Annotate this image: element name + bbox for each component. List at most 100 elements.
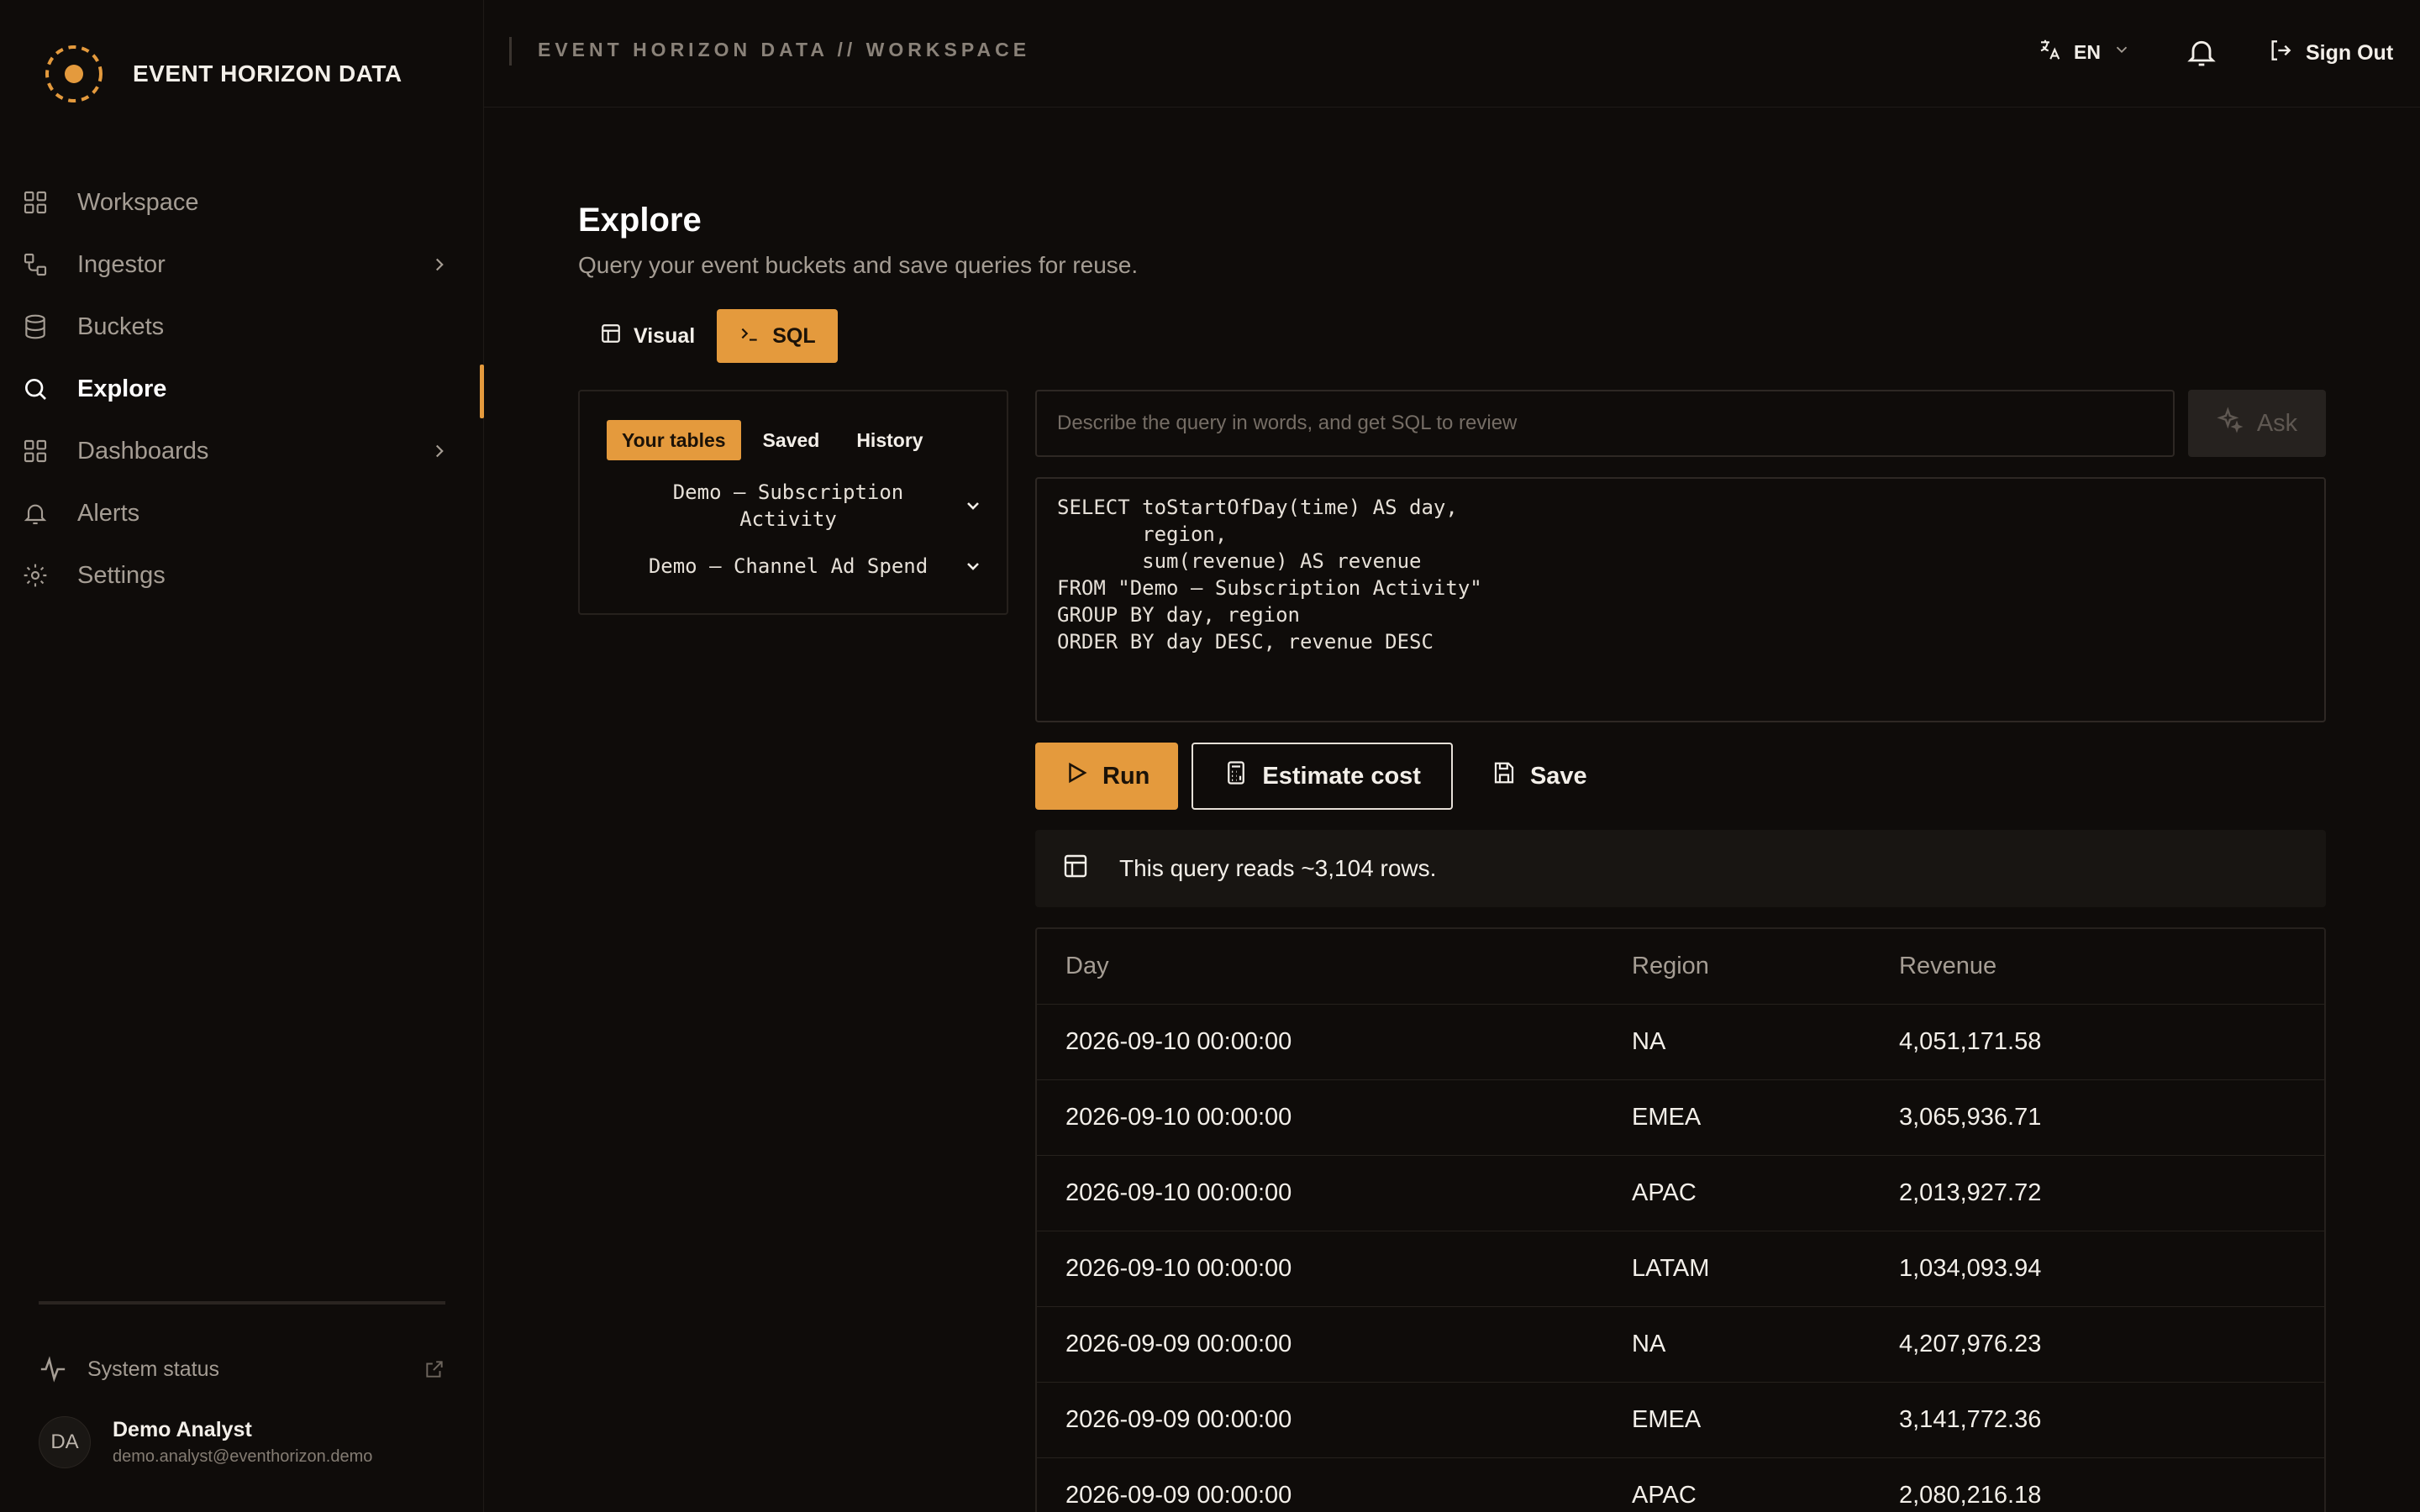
cell-revenue: 4,207,976.23 <box>1899 1331 2042 1357</box>
save-icon <box>1491 760 1517 792</box>
sidebar-item-label: Buckets <box>77 312 165 340</box>
chevron-down-icon <box>2112 40 2131 64</box>
brand-logo-icon <box>44 44 104 104</box>
column-header-day[interactable]: Day <box>1037 953 1632 980</box>
tab-sql[interactable]: SQL <box>717 309 838 363</box>
estimate-text: This query reads ~3,104 rows. <box>1119 855 1437 881</box>
language-label: EN <box>2074 40 2101 63</box>
cell-revenue: 3,065,936.71 <box>1899 1104 2042 1131</box>
sidebar-item-workspace[interactable]: Workspace <box>0 171 484 234</box>
page-subtitle: Query your event buckets and save querie… <box>578 252 1139 278</box>
sidebar-item-settings[interactable]: Settings <box>0 544 484 606</box>
sql-line: SELECT toStartOfDay(time) AS day, <box>1057 496 1458 519</box>
sidebar-item-label: Dashboards <box>77 437 209 465</box>
tab-saved[interactable]: Saved <box>748 420 835 460</box>
column-header-revenue[interactable]: Revenue <box>1899 953 2324 980</box>
estimate-cost-button[interactable]: Estimate cost <box>1192 743 1453 810</box>
sidebar-item-label: Workspace <box>77 188 199 216</box>
tab-visual-label: Visual <box>634 323 696 348</box>
sparkles-icon <box>2217 407 2244 440</box>
table-row: 2026-09-10 00:00:00 APAC 2,013,927.72 <box>1037 1156 2324 1231</box>
ask-query-input[interactable]: Describe the query in words, and get SQL… <box>1035 390 2175 457</box>
query-mode-toggle: Visual SQL <box>578 309 838 363</box>
tab-history[interactable]: History <box>841 420 938 460</box>
translate-icon <box>2037 37 2062 67</box>
sidebar-nav: Workspace Ingestor Buckets Explore Dashb… <box>0 171 484 606</box>
table-item-label: Demo — Subscription Activity <box>672 480 904 531</box>
run-button[interactable]: Run <box>1035 743 1179 810</box>
cell-revenue: 4,051,171.58 <box>1899 1028 2042 1055</box>
table-row: 2026-09-09 00:00:00 NA 4,207,976.23 <box>1037 1307 2324 1383</box>
sql-editor[interactable]: SELECT toStartOfDay(time) AS day, region… <box>1035 477 2326 722</box>
logout-icon <box>2267 37 2294 70</box>
activity-icon <box>39 1355 67 1383</box>
search-icon <box>20 374 50 404</box>
table-item-subscription-activity[interactable]: Demo — Subscription Activity <box>613 479 983 533</box>
table-icon <box>600 323 622 350</box>
sidebar-item-alerts[interactable]: Alerts <box>0 482 484 544</box>
table-icon <box>1062 853 1089 885</box>
cell-region: EMEA <box>1632 1406 1702 1433</box>
cell-day: 2026-09-10 00:00:00 <box>1065 1028 1292 1055</box>
external-link-icon <box>424 1358 445 1380</box>
sidebar-item-dashboards[interactable]: Dashboards <box>0 420 484 482</box>
notifications-bell-icon[interactable] <box>2185 35 2218 69</box>
sql-line: GROUP BY day, region <box>1057 603 1300 627</box>
estimate-info: This query reads ~3,104 rows. <box>1035 830 2326 907</box>
play-icon <box>1064 760 1089 792</box>
cell-region: LATAM <box>1632 1255 1710 1282</box>
save-button[interactable]: Save <box>1466 743 1612 810</box>
avatar: DA <box>39 1416 91 1468</box>
cell-region: APAC <box>1632 1482 1697 1509</box>
cell-day: 2026-09-09 00:00:00 <box>1065 1482 1292 1509</box>
cell-region: EMEA <box>1632 1104 1702 1131</box>
chevron-down-icon <box>963 556 983 576</box>
database-icon <box>20 312 50 342</box>
sidebar: EVENT HORIZON DATA Workspace Ingestor Bu… <box>0 0 484 1512</box>
table-row: 2026-09-10 00:00:00 EMEA 3,065,936.71 <box>1037 1080 2324 1156</box>
cell-day: 2026-09-10 00:00:00 <box>1065 1255 1292 1282</box>
sql-line: sum(revenue) AS revenue <box>1057 549 1422 573</box>
table-item-label: Demo — Channel Ad Spend <box>648 554 929 578</box>
system-status-link[interactable]: System status <box>39 1352 445 1386</box>
tables-panel-tabs: Your tables Saved History <box>607 420 939 460</box>
column-header-region[interactable]: Region <box>1632 953 1899 980</box>
tab-sql-label: SQL <box>772 323 816 348</box>
sign-out-button[interactable]: Sign Out <box>2267 37 2393 70</box>
breadcrumb-divider <box>509 37 512 66</box>
chevron-down-icon <box>963 496 983 516</box>
results-table: Day Region Revenue 2026-09-10 00:00:00 N… <box>1035 927 2326 1512</box>
ask-button[interactable]: Ask <box>2188 390 2326 457</box>
language-selector[interactable]: EN <box>2037 37 2131 67</box>
table-item-channel-ad-spend[interactable]: Demo — Channel Ad Spend <box>613 553 983 580</box>
page-title: Explore <box>578 202 702 239</box>
sidebar-divider <box>39 1301 445 1305</box>
sign-out-label: Sign Out <box>2306 41 2394 65</box>
table-row: 2026-09-10 00:00:00 LATAM 1,034,093.94 <box>1037 1231 2324 1307</box>
chevron-right-icon <box>429 254 450 276</box>
sidebar-item-label: Explore <box>77 375 167 402</box>
cell-region: NA <box>1632 1331 1666 1357</box>
sidebar-item-explore[interactable]: Explore <box>0 358 484 420</box>
bell-icon <box>20 498 50 528</box>
ask-button-label: Ask <box>2256 409 2298 437</box>
table-row: 2026-09-09 00:00:00 APAC 2,080,216.18 <box>1037 1458 2324 1512</box>
grid-icon <box>20 187 50 218</box>
sql-line: region, <box>1057 522 1228 546</box>
breadcrumb: EVENT HORIZON DATA // WORKSPACE <box>538 39 1031 60</box>
table-row: 2026-09-09 00:00:00 EMEA 3,141,772.36 <box>1037 1383 2324 1458</box>
sidebar-item-buckets[interactable]: Buckets <box>0 296 484 358</box>
cell-region: NA <box>1632 1028 1666 1055</box>
tab-your-tables[interactable]: Your tables <box>607 420 741 460</box>
sidebar-item-ingestor[interactable]: Ingestor <box>0 234 484 296</box>
grid-icon <box>20 436 50 466</box>
query-actions: Run Estimate cost Save <box>1035 743 1612 810</box>
cell-day: 2026-09-09 00:00:00 <box>1065 1331 1292 1357</box>
tab-visual[interactable]: Visual <box>578 309 717 363</box>
user-profile[interactable]: DA Demo Analyst demo.analyst@eventhorizo… <box>39 1416 372 1468</box>
sql-line: ORDER BY day DESC, revenue DESC <box>1057 630 1434 654</box>
cell-day: 2026-09-10 00:00:00 <box>1065 1179 1292 1206</box>
gear-icon <box>20 560 50 591</box>
brand[interactable]: EVENT HORIZON DATA <box>44 44 402 104</box>
table-row: 2026-09-10 00:00:00 NA 4,051,171.58 <box>1037 1005 2324 1080</box>
